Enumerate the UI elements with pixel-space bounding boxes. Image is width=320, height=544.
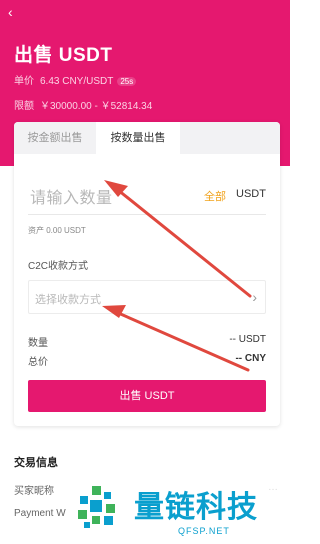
buyer-nick-label: 买家昵称 — [14, 486, 54, 497]
payment-way-label: Payment W — [14, 508, 66, 519]
page-title: 出售 USDT — [14, 45, 113, 66]
tab-by-amount[interactable]: 按金额出售 — [14, 122, 96, 154]
price-value: 6.43 CNY/USDT — [40, 76, 114, 87]
payment-method-select[interactable]: 选择收款方式 › — [28, 280, 266, 314]
quantity-summary-value: -- USDT — [229, 334, 266, 345]
countdown-badge: 25s — [117, 77, 137, 86]
unit-label: USDT — [236, 188, 266, 200]
watermark-logo — [78, 486, 115, 528]
limit-label: 限额 — [14, 101, 34, 112]
total-summary-value-text: -- CNY — [235, 353, 266, 364]
total-summary-value: -- CNY — [235, 353, 266, 364]
divider — [28, 214, 266, 215]
quantity-summary-label: 数量 — [28, 338, 48, 349]
price-label: 单价 — [14, 76, 34, 87]
payment-method-placeholder: 选择收款方式 — [35, 294, 101, 306]
limit-row: 限额 ￥30000.00 - ￥52814.34 — [14, 97, 152, 112]
all-button[interactable]: 全部 — [204, 188, 226, 204]
chevron-right-icon: › — [252, 289, 257, 305]
tab-by-quantity[interactable]: 按数量出售 — [96, 122, 180, 154]
tab-bar: 按金额出售 按数量出售 — [14, 122, 280, 154]
price-row: 单价 6.43 CNY/USDT 25s — [14, 72, 137, 87]
watermark: 量链科技 QFSP.NET — [68, 478, 290, 544]
assets-balance: 资产 0.00 USDT — [28, 226, 86, 235]
quantity-input[interactable]: 请输入数量 — [30, 184, 180, 208]
total-summary-label: 总价 — [28, 357, 48, 368]
tab-bar-filler — [180, 122, 280, 154]
limit-value: ￥30000.00 - ￥52814.34 — [40, 101, 153, 112]
watermark-name: 量链科技 — [134, 491, 258, 524]
back-arrow-icon[interactable]: ‹ — [8, 4, 13, 20]
watermark-url: QFSP.NET — [178, 526, 230, 536]
sell-card: 按金额出售 按数量出售 请输入数量 全部 USDT 资产 0.00 USDT C… — [14, 122, 280, 426]
trade-info-title: 交易信息 — [14, 457, 58, 469]
payment-method-label: C2C收款方式 — [28, 261, 89, 272]
sell-button[interactable]: 出售 USDT — [28, 380, 266, 412]
